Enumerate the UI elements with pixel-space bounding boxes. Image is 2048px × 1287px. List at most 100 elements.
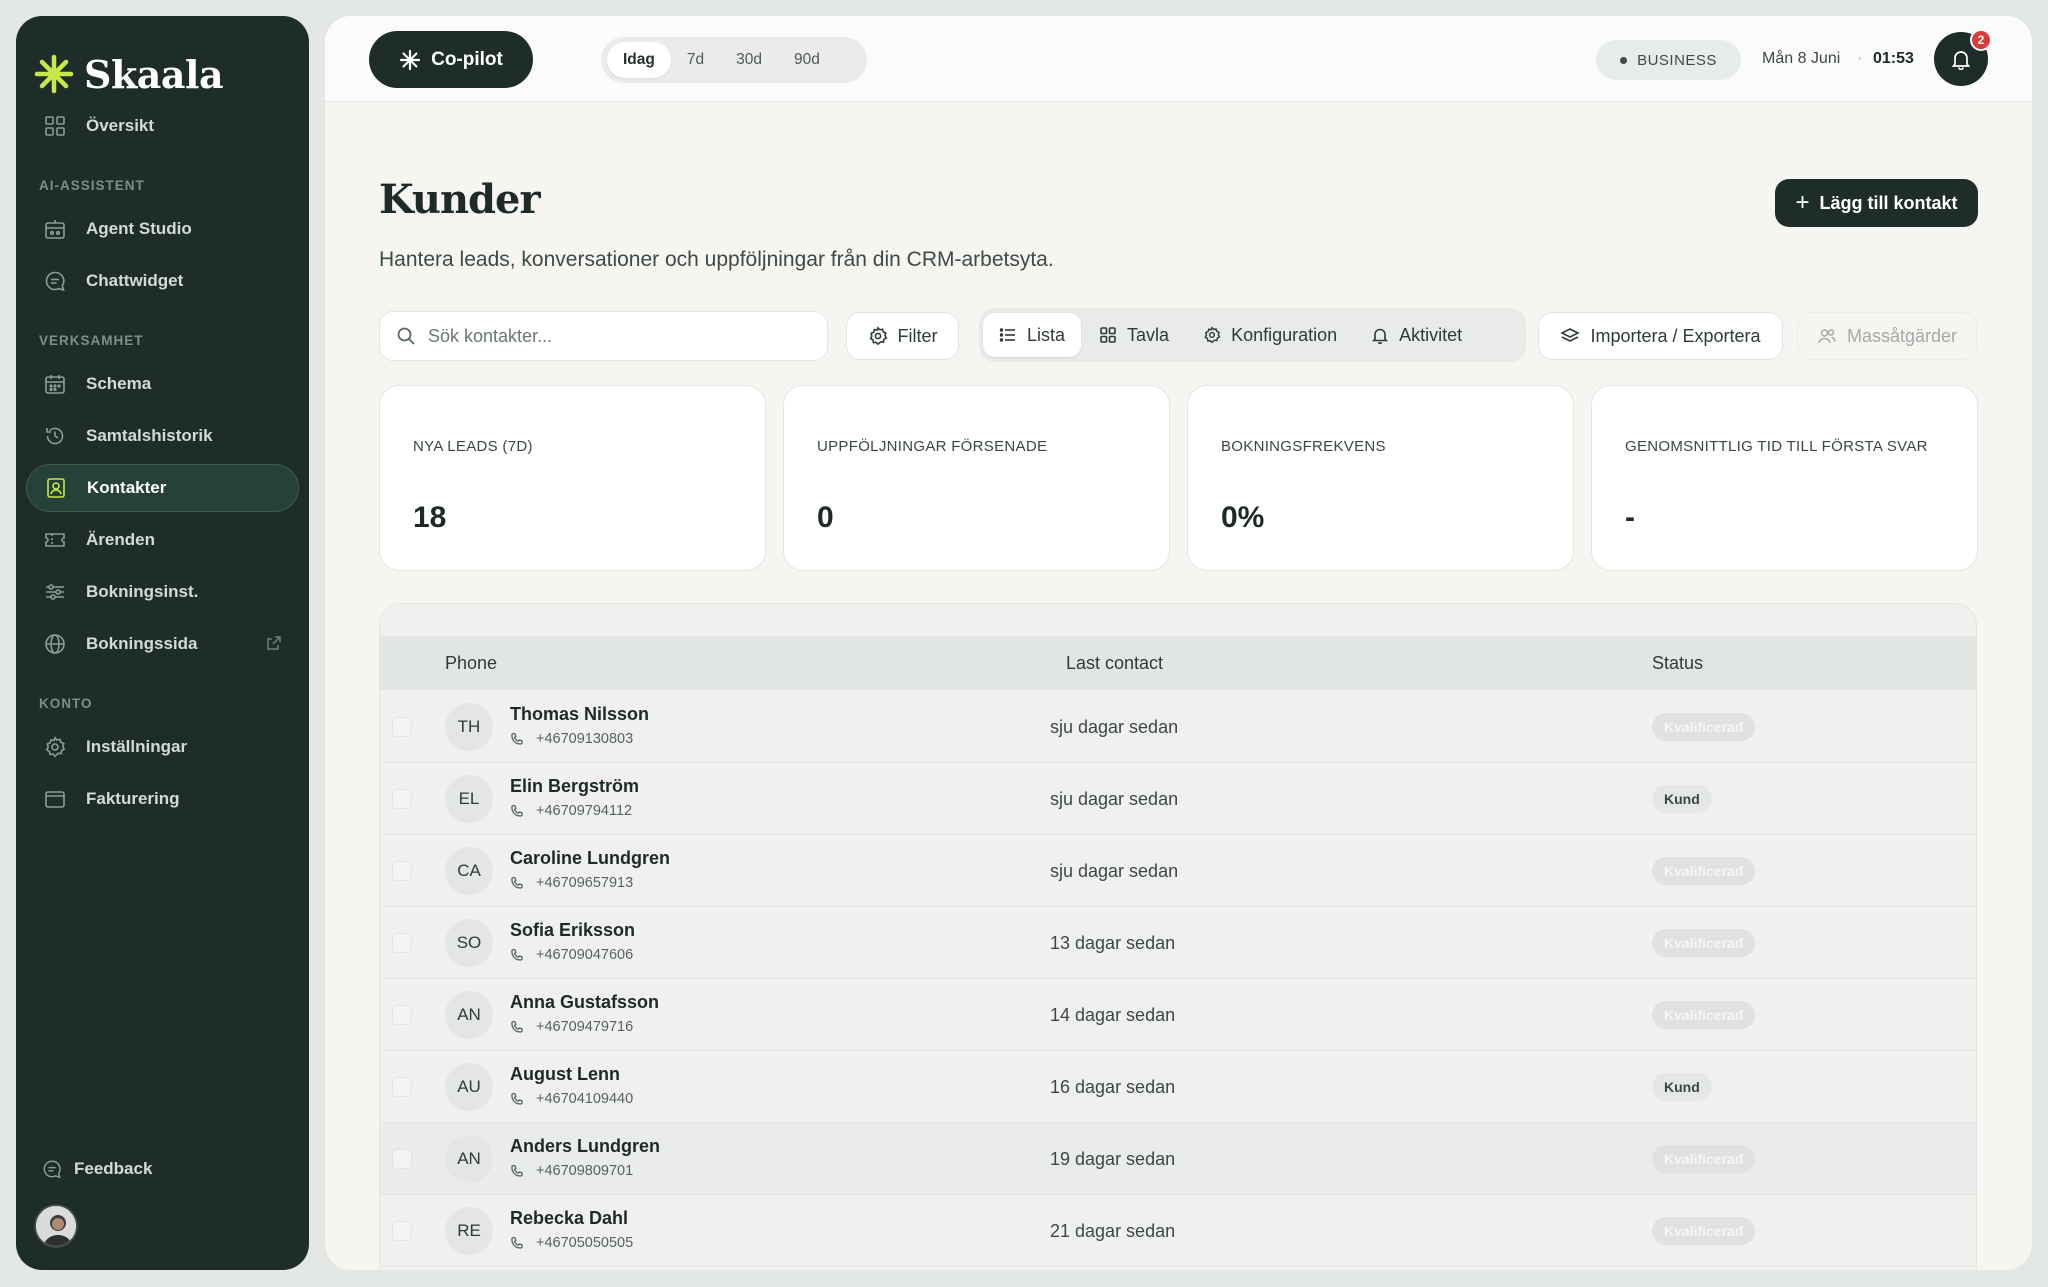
sidebar-item-contacts[interactable]: Kontakter [26, 464, 299, 512]
notification-count-badge: 2 [1970, 29, 1992, 51]
sidebar-item-chat-widget[interactable]: Chattwidget [26, 257, 299, 305]
contact-initials-avatar: EL [445, 775, 493, 823]
status-badge: Kvalificerad [1652, 929, 1756, 957]
sidebar-item-agent-studio[interactable]: Agent Studio [26, 205, 299, 253]
current-time: 01:53 [1873, 50, 1914, 67]
sidebar-item-label: Kontakter [87, 478, 167, 497]
column-header-phone[interactable]: Phone [445, 653, 497, 674]
sidebar-item-label: Bokningsinst. [86, 582, 199, 601]
stat-card-new-leads: NYA LEADS (7D) 18 [379, 385, 766, 571]
contact-name[interactable]: Sofia Eriksson [510, 920, 635, 941]
stat-label: BOKNINGSFREKVENS [1221, 438, 1386, 455]
stat-label: UPPFÖLJNINGAR FÖRSENADE [817, 438, 1048, 455]
row-checkbox[interactable] [392, 789, 412, 809]
gear-icon [44, 736, 66, 758]
brand-logo[interactable]: Skaala [34, 36, 294, 112]
sidebar-item-label: Inställningar [86, 737, 188, 756]
notifications-button[interactable]: 2 [1934, 29, 1992, 86]
contact-name[interactable]: August Lenn [510, 1064, 620, 1085]
sidebar-item-label: Ärenden [86, 530, 155, 549]
feedback-link[interactable]: Feedback [42, 1159, 152, 1179]
add-contact-button[interactable]: + Lägg till kontakt [1775, 179, 1978, 227]
row-checkbox[interactable] [392, 1077, 412, 1097]
table-row[interactable]: CA Caroline Lundgren +46709657913 sju dagar… [380, 835, 1976, 907]
range-7d[interactable]: 7d [671, 42, 720, 78]
view-switcher: Lista Tavla Konfiguration Aktivitet [979, 308, 1526, 362]
table-header: Phone Last contact Status [380, 636, 1976, 690]
search-input[interactable] [428, 325, 808, 347]
contact-phone: +46705050505 [510, 1235, 633, 1251]
contact-name[interactable]: Elin Bergström [510, 776, 639, 797]
row-checkbox[interactable] [392, 861, 412, 881]
range-30d[interactable]: 30d [720, 42, 778, 78]
status-badge: Kund [1652, 1073, 1712, 1101]
table-row[interactable]: AU August Lenn +46704109440 16 dagar sedan K… [380, 1051, 1976, 1123]
user-avatar[interactable] [34, 1204, 78, 1248]
table-row[interactable]: AN Anna Gustafsson +46709479716 14 dagar se… [380, 979, 1976, 1051]
sidebar-item-booking-page[interactable]: Bokningssida [26, 620, 299, 668]
copilot-button[interactable]: Co-pilot [369, 31, 533, 88]
view-board-label: Tavla [1127, 324, 1170, 345]
status-badge: Kvalificerad [1652, 1145, 1756, 1173]
sidebar-item-label: Agent Studio [86, 219, 192, 238]
row-checkbox[interactable] [392, 717, 412, 737]
copilot-label: Co-pilot [431, 48, 503, 70]
sidebar-item-settings[interactable]: Inställningar [26, 723, 299, 771]
last-contact-time: 13 dagar sedan [1050, 933, 1176, 953]
contact-name[interactable]: Rebecka Dahl [510, 1208, 628, 1229]
column-header-status[interactable]: Status [1652, 653, 1703, 674]
list-icon [999, 328, 1015, 342]
contact-initials-avatar: TH [445, 703, 493, 751]
view-list-tab[interactable]: Lista [983, 313, 1082, 357]
sidebar-item-call-history[interactable]: Samtalshistorik [26, 412, 299, 460]
contact-phone: +46709130803 [510, 731, 633, 747]
stat-value: - [1625, 501, 1635, 534]
bulk-actions-button[interactable]: Massåtgärder [1797, 312, 1977, 360]
contact-name[interactable]: Caroline Lundgren [510, 848, 670, 869]
filter-button[interactable]: Filter [846, 312, 959, 360]
stat-value: 0 [817, 501, 834, 534]
column-header-last-contact[interactable]: Last contact [1066, 653, 1163, 674]
phone-icon [511, 948, 523, 961]
table-row[interactable]: AN Anders Lundgren +46709809701 19 dagar se… [380, 1123, 1976, 1195]
gear-icon [869, 326, 887, 346]
row-checkbox[interactable] [392, 1221, 412, 1241]
view-board-tab[interactable]: Tavla [1083, 313, 1185, 357]
view-activity-tab[interactable]: Aktivitet [1355, 313, 1478, 357]
table-row[interactable]: TH Thomas Nilsson +46709130803 sju dagar se… [380, 691, 1976, 763]
robot-icon [44, 218, 66, 240]
last-contact-time: 14 dagar sedan [1050, 1005, 1176, 1025]
users-icon [1818, 329, 1836, 344]
table-row[interactable]: EL Elin Bergström +46709794112 sju dagar se… [380, 763, 1976, 835]
plan-badge[interactable]: BUSINESS [1596, 40, 1741, 80]
globe-icon [44, 633, 66, 655]
layers-icon [1560, 328, 1581, 342]
page-subtitle: Hantera leads, konversationer och uppföl… [379, 248, 1054, 271]
sidebar-item-billing[interactable]: Fakturering [26, 775, 299, 823]
row-checkbox[interactable] [392, 1149, 412, 1169]
contact-name[interactable]: Thomas Nilsson [510, 704, 649, 725]
row-checkbox[interactable] [392, 1005, 412, 1025]
contact-initials-avatar: RE [445, 1207, 493, 1255]
range-today[interactable]: Idag [607, 42, 671, 78]
table-row[interactable]: RE Rebecka Dahl +46705050505 21 dagar sedan… [380, 1195, 1976, 1267]
import-export-button[interactable]: Importera / Exportera [1538, 312, 1783, 360]
section-label-business: VERKSAMHET [39, 333, 144, 348]
last-contact-time: 16 dagar sedan [1050, 1077, 1176, 1097]
contact-phone-number: +46709047606 [536, 947, 634, 963]
sidebar-item-tickets[interactable]: Ärenden [26, 516, 299, 564]
row-checkbox[interactable] [392, 933, 412, 953]
sidebar-item-booking-settings[interactable]: Bokningsinst. [26, 568, 299, 616]
contact-name[interactable]: Anders Lundgren [510, 1136, 660, 1157]
stat-card-overdue-followups: UPPFÖLJNINGAR FÖRSENADE 0 [783, 385, 1170, 571]
range-90d[interactable]: 90d [778, 42, 836, 78]
stat-label: NYA LEADS (7D) [413, 438, 533, 455]
sidebar-item-schedule[interactable]: Schema [26, 360, 299, 408]
contact-name[interactable]: Anna Gustafsson [510, 992, 659, 1013]
phone-icon [511, 1236, 523, 1249]
sidebar-item-overview[interactable]: Översikt [26, 102, 299, 150]
contact-initials-avatar: AN [445, 1135, 493, 1183]
view-configuration-tab[interactable]: Konfiguration [1187, 313, 1353, 357]
table-row[interactable]: SO Sofia Eriksson +46709047606 13 dagar sed… [380, 907, 1976, 979]
phone-icon [511, 1020, 523, 1033]
